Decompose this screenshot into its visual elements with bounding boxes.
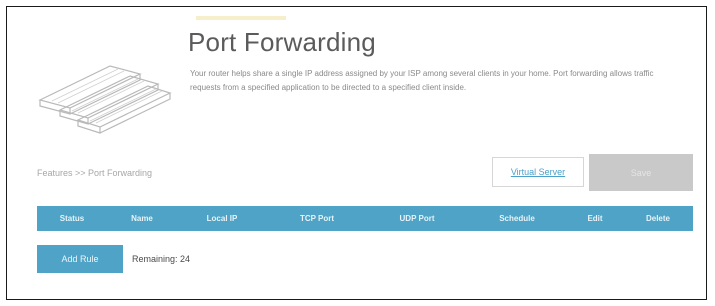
- rules-table-header: Status Name Local IP TCP Port UDP Port S…: [37, 206, 693, 231]
- column-header-tcp-port: TCP Port: [299, 214, 335, 223]
- page-title: Port Forwarding: [188, 27, 376, 57]
- port-forwarding-illustration-icon: [38, 65, 172, 134]
- column-header-delete: Delete: [645, 214, 670, 223]
- column-header-status: Status: [59, 214, 85, 223]
- column-header-name: Name: [131, 214, 153, 223]
- virtual-server-link[interactable]: Virtual Server: [492, 157, 584, 187]
- save-button[interactable]: Save: [589, 154, 693, 191]
- column-header-edit: Edit: [587, 214, 603, 223]
- breadcrumb[interactable]: Features >> Port Forwarding: [37, 168, 152, 178]
- remaining-rules-count: Remaining: 24: [132, 254, 191, 264]
- page-description: Your router helps share a single IP addr…: [190, 69, 654, 92]
- column-header-local-ip: Local IP: [206, 214, 238, 223]
- column-header-udp-port: UDP Port: [399, 214, 435, 223]
- column-header-schedule: Schedule: [499, 214, 535, 223]
- title-accent: [196, 16, 286, 20]
- add-rule-button[interactable]: Add Rule: [37, 245, 123, 273]
